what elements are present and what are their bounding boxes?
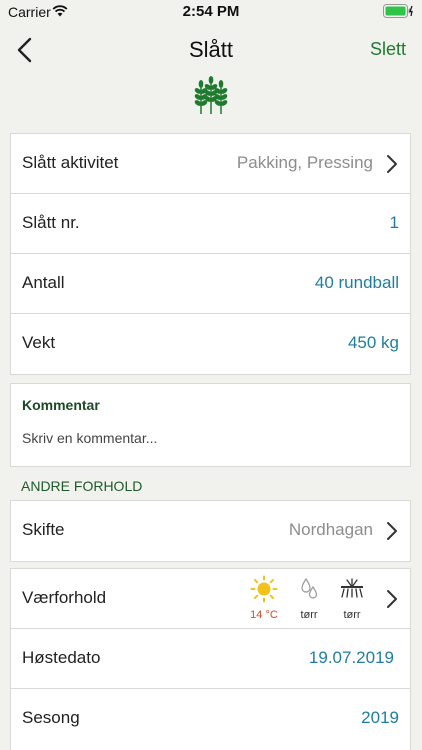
ground-value: tørr [343,609,361,621]
activity-label: Slått aktivitet [22,153,119,172]
clock: 2:54 PM [182,3,240,20]
weather-label: Værforhold [22,588,107,607]
conditions-card: Værforhold 14 °C tørr tørr Høstedato 19.… [10,568,411,750]
precipitation-indicator: tørr [289,571,329,627]
season-row[interactable]: Sesong 2019 [11,689,410,749]
page-title: Slått [188,37,234,62]
weather-summary: 14 °C tørr tørr [244,571,374,627]
nav-bar: Slått Slett [0,28,422,72]
weight-row[interactable]: Vekt 450 kg [11,314,410,374]
season-value[interactable]: 2019 [361,708,399,728]
harvest-date-value[interactable]: 19.07.2019 [309,648,394,668]
sun-icon [250,575,278,603]
number-label: Slått nr. [22,213,80,232]
temperature-indicator: 14 °C [244,571,284,627]
season-label: Sesong [22,708,80,727]
activity-row[interactable]: Slått aktivitet Pakking, Pressing [11,134,410,194]
comment-title: Kommentar [22,397,100,413]
chevron-right-icon [387,155,397,173]
weight-label: Vekt [22,333,56,352]
harvest-date-row[interactable]: Høstedato 19.07.2019 [11,629,410,689]
activity-value: Pakking, Pressing [236,153,373,172]
count-label: Antall [22,273,65,292]
number-row[interactable]: Slått nr. 1 [11,194,410,254]
chevron-right-icon [387,522,397,540]
weight-value[interactable]: 450 kg [348,333,399,353]
details-card: Slått aktivitet Pakking, Pressing Slått … [10,133,411,375]
count-row[interactable]: Antall 40 rundball [11,254,410,314]
raindrop-icon [301,577,318,599]
comment-card: Kommentar [10,383,411,467]
field-card: Skifte Nordhagan [10,500,411,562]
harvest-date-label: Høstedato [22,648,101,667]
status-bar: Carrier 2:54 PM [0,0,422,24]
field-label: Skifte [22,520,65,539]
wheat-icon [194,76,228,114]
precipitation-value: tørr [300,609,318,621]
temperature-value: 14 °C [250,609,278,621]
other-conditions-header: ANDRE FORHOLD [21,478,143,494]
dry-grass-icon [341,578,363,598]
weather-row[interactable]: Værforhold 14 °C tørr tørr [11,569,410,629]
chevron-right-icon [387,590,397,608]
count-value[interactable]: 40 rundball [315,273,399,293]
field-row[interactable]: Skifte Nordhagan [11,501,410,561]
delete-button[interactable]: Slett [370,39,406,60]
number-value[interactable]: 1 [390,213,399,233]
comment-input[interactable] [22,424,392,452]
field-value: Nordhagan [288,520,373,539]
battery-icon [383,4,413,18]
ground-indicator: tørr [332,571,372,627]
